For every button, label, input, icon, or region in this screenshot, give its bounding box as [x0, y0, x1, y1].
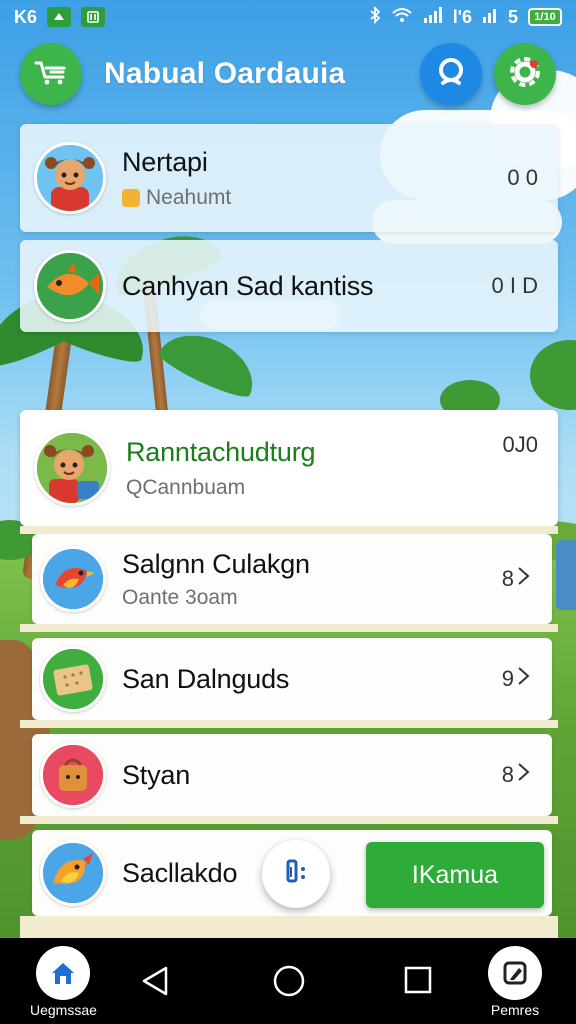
chat-row[interactable]: Ranntachudturg QCannbuam 0J0	[20, 410, 558, 526]
divider	[20, 916, 558, 938]
signal-icon-2	[482, 6, 498, 29]
lock-badge-icon	[122, 188, 140, 207]
search-icon	[434, 55, 468, 94]
bird-avatar	[40, 840, 106, 906]
app-title: Nabual Oardauia	[104, 57, 346, 90]
chat-subtitle: Oante 3oam	[122, 585, 238, 609]
nav-profile-label: Pemres	[490, 1002, 540, 1018]
divider	[20, 720, 558, 728]
menu-button[interactable]	[20, 43, 82, 105]
notification-icon	[47, 7, 72, 27]
chat-row[interactable]: Nertapi Neahumt 0 0	[20, 124, 558, 232]
status-bar: K6 l'6 5 1/10	[0, 0, 576, 34]
chat-meta: 9	[501, 666, 514, 691]
bluetooth-icon	[369, 5, 381, 29]
fish-avatar	[34, 250, 106, 322]
battery-level-text: 1/10	[534, 11, 556, 23]
chat-bubble-button[interactable]	[262, 840, 330, 908]
girl-avatar	[34, 142, 106, 214]
chat-meta: 0J0	[502, 432, 538, 457]
nav-profile-tab[interactable]: Pemres	[488, 946, 542, 1018]
divider	[20, 816, 558, 824]
edit-icon	[488, 946, 542, 1000]
battery-icon: 1/10	[528, 8, 562, 26]
cracker-avatar	[40, 646, 106, 712]
chat-name: Nertapi	[122, 146, 208, 177]
gear-icon	[506, 53, 544, 96]
forward-icon	[516, 760, 532, 790]
chat-name: Ranntachudturg	[126, 436, 316, 467]
chat-subtitle: QCannbuam	[126, 475, 246, 499]
circle-home-icon[interactable]	[272, 964, 306, 1003]
chat-name: Salgnn Culakgn	[122, 548, 310, 579]
chat-row[interactable]: San Dalnguds 9	[32, 638, 552, 720]
chat-meta: 0 I D	[491, 273, 538, 298]
divider	[20, 526, 558, 534]
chat-subtitle: Neahumt	[146, 185, 232, 209]
wifi-icon	[391, 6, 413, 29]
back-icon[interactable]	[140, 964, 172, 1003]
signal-icon	[423, 6, 443, 29]
chat-name: San Dalnguds	[122, 663, 290, 694]
forward-icon	[516, 664, 532, 694]
chat-meta: 0 0	[507, 165, 538, 190]
chat-name: Styan	[122, 759, 191, 790]
chat-meta: 8	[501, 566, 514, 591]
chat-bubble-icon	[279, 855, 313, 894]
signal-text: l'6	[452, 6, 472, 27]
navigation-bar: Uegmssae Pemres	[0, 938, 576, 1024]
girl-avatar	[34, 430, 110, 506]
calendar-icon	[81, 7, 106, 27]
nav-home-tab[interactable]: Uegmssae	[30, 946, 97, 1018]
cart-menu-icon	[33, 57, 69, 92]
app-header: Nabual Oardauia	[0, 38, 576, 110]
chat-row[interactable]: Canhyan Sad kantiss 0 I D	[20, 240, 558, 332]
home-icon	[36, 946, 91, 1000]
bird-avatar	[40, 546, 106, 612]
action-button[interactable]: IKamua	[366, 842, 544, 908]
nav-home-label: Uegmssae	[30, 1002, 97, 1018]
chat-row[interactable]: Salgnn Culakgn Oante 3oam 8	[32, 534, 552, 624]
chat-name: Canhyan Sad kantiss	[122, 270, 374, 301]
chat-meta: 8	[501, 762, 514, 787]
battery-percent: 5	[507, 6, 518, 27]
search-button[interactable]	[420, 43, 482, 105]
forward-icon	[516, 564, 532, 594]
chat-row[interactable]: Styan 8	[32, 734, 552, 816]
status-text: K6	[14, 6, 38, 27]
settings-button[interactable]	[494, 43, 556, 105]
square-recents-icon[interactable]	[403, 965, 433, 1000]
divider	[20, 624, 558, 632]
bag-avatar	[40, 742, 106, 808]
